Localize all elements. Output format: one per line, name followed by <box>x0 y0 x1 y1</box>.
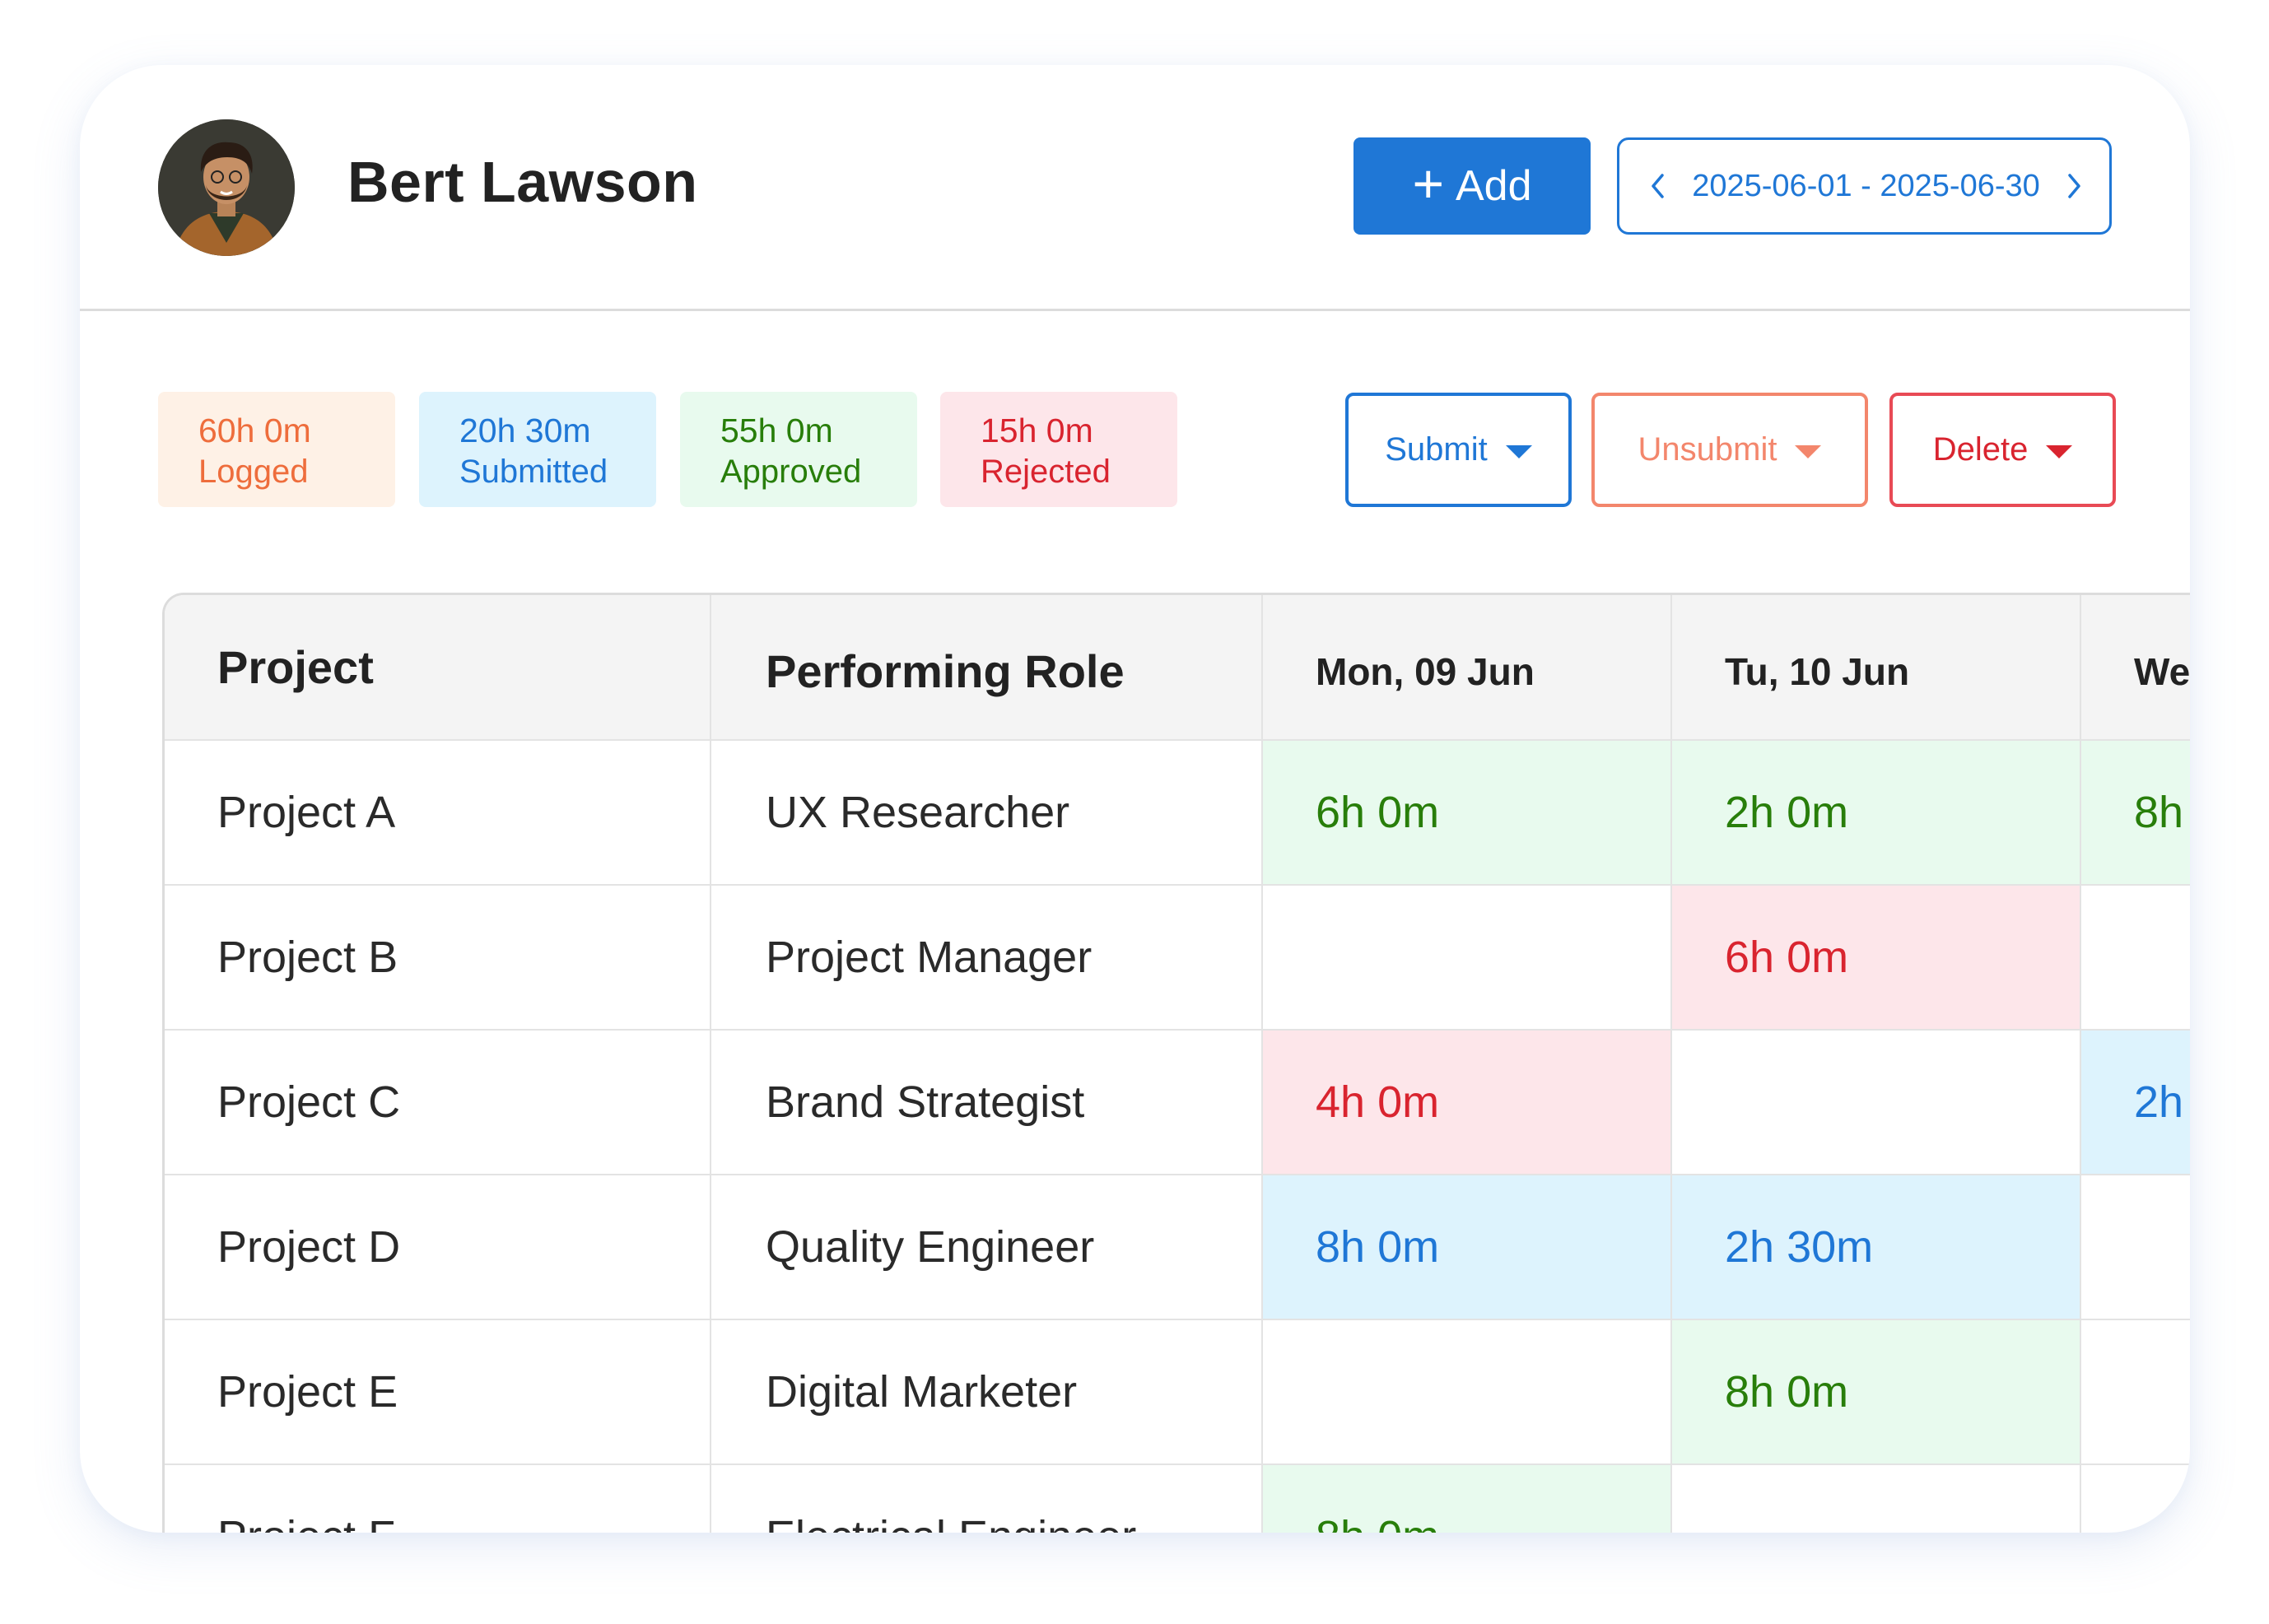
project-cell: Project C <box>165 1030 711 1175</box>
role-cell: Quality Engineer <box>711 1175 1263 1320</box>
project-cell: Project A <box>165 740 711 886</box>
role-cell: UX Researcher <box>711 740 1263 886</box>
date-range-picker[interactable]: 2025-06-01 - 2025-06-30 <box>1617 137 2112 235</box>
submit-dropdown-button[interactable]: Submit <box>1345 393 1572 507</box>
hours-cell[interactable] <box>2080 1175 2190 1320</box>
role-cell: Brand Strategist <box>711 1030 1263 1175</box>
add-button[interactable]: + Add <box>1353 137 1591 235</box>
unsubmit-dropdown-button[interactable]: Unsubmit <box>1591 393 1868 507</box>
hours-cell[interactable] <box>1671 1030 2081 1175</box>
table-row: Project C Brand Strategist 4h 0m 2h <box>165 1030 2190 1175</box>
table-row: Project B Project Manager 6h 0m <box>165 885 2190 1031</box>
hours-cell[interactable]: 4h 0m <box>1262 1030 1672 1175</box>
hours-cell[interactable]: 2h 30m <box>1671 1175 2081 1320</box>
role-cell: Project Manager <box>711 885 1263 1031</box>
hours-cell[interactable]: 2h 0m <box>1671 740 2081 886</box>
chevron-right-icon[interactable] <box>2058 170 2091 202</box>
project-cell: Project E <box>165 1319 711 1465</box>
chevron-left-icon[interactable] <box>1641 170 1674 202</box>
stat-logged: 60h 0m Logged <box>158 392 395 507</box>
table-header-row: Project Performing Role Mon, 09 Jun Tu, … <box>165 595 2190 741</box>
stat-value: 20h 30m <box>459 412 591 449</box>
table-row: Project A UX Researcher 6h 0m 2h 0m 8h <box>165 740 2190 886</box>
stat-approved: 55h 0m Approved <box>680 392 917 507</box>
role-cell: Electrical Engineer <box>711 1464 1263 1533</box>
date-range-text: 2025-06-01 - 2025-06-30 <box>1692 168 2040 203</box>
plus-icon: + <box>1412 153 1444 214</box>
delete-dropdown-button[interactable]: Delete <box>1889 393 2116 507</box>
table-row: Project FElectrical Engineer8h 0m <box>165 1464 2190 1533</box>
project-cell: Project D <box>165 1175 711 1320</box>
hours-cell[interactable]: 8h <box>2080 740 2190 886</box>
add-button-label: Add <box>1456 162 1532 210</box>
hours-cell[interactable] <box>2080 885 2190 1031</box>
stat-rejected: 15h 0m Rejected <box>940 392 1177 507</box>
table-row: Project D Quality Engineer 8h 0m 2h 30m <box>165 1175 2190 1320</box>
hours-cell[interactable]: 6h 0m <box>1262 740 1672 886</box>
hours-cell[interactable]: 8h 0m <box>1262 1464 1672 1533</box>
hours-cell[interactable]: 6h 0m <box>1671 885 2081 1031</box>
stat-label: Logged <box>198 454 309 490</box>
stat-submitted: 20h 30m Submitted <box>419 392 656 507</box>
user-name: Bert Lawson <box>347 150 698 214</box>
project-cell: Project F <box>165 1464 711 1533</box>
hours-cell[interactable]: 2h <box>2080 1030 2190 1175</box>
timesheet-header: Bert Lawson + Add 2025-06-01 - 2025-06-3… <box>80 65 2190 311</box>
table-row: Project E Digital Marketer 8h 0m <box>165 1319 2190 1465</box>
project-cell: Project B <box>165 885 711 1031</box>
hours-cell[interactable]: 8h 0m <box>1671 1319 2081 1465</box>
column-header-day[interactable]: Tu, 10 Jun <box>1671 595 2081 741</box>
caret-down-icon <box>1505 444 1532 458</box>
unsubmit-label: Unsubmit <box>1638 431 1777 468</box>
stat-label: Approved <box>720 454 862 490</box>
column-header-day[interactable]: Mon, 09 Jun <box>1262 595 1672 741</box>
caret-down-icon <box>2046 444 2073 458</box>
role-cell: Digital Marketer <box>711 1319 1263 1465</box>
timesheet-card: Bert Lawson + Add 2025-06-01 - 2025-06-3… <box>80 65 2190 1533</box>
stat-value: 60h 0m <box>198 412 311 449</box>
timesheet-table: Project Performing Role Mon, 09 Jun Tu, … <box>162 593 2190 1533</box>
stat-value: 55h 0m <box>720 412 833 449</box>
column-header-day[interactable]: We <box>2080 595 2190 741</box>
hours-cell[interactable] <box>1262 1319 1672 1465</box>
column-header-project[interactable]: Project <box>165 595 711 741</box>
avatar <box>158 119 295 256</box>
hours-cell[interactable] <box>1262 885 1672 1031</box>
hours-cell[interactable] <box>1671 1464 2081 1533</box>
stat-value: 15h 0m <box>981 412 1093 449</box>
delete-label: Delete <box>1932 431 2029 468</box>
hours-cell[interactable]: 8h 0m <box>1262 1175 1672 1320</box>
hours-cell[interactable] <box>2080 1464 2190 1533</box>
submit-label: Submit <box>1385 431 1488 468</box>
hours-cell[interactable] <box>2080 1319 2190 1465</box>
column-header-role[interactable]: Performing Role <box>711 595 1263 741</box>
stat-label: Rejected <box>981 454 1111 490</box>
caret-down-icon <box>1795 444 1822 458</box>
stat-label: Submitted <box>459 454 608 490</box>
